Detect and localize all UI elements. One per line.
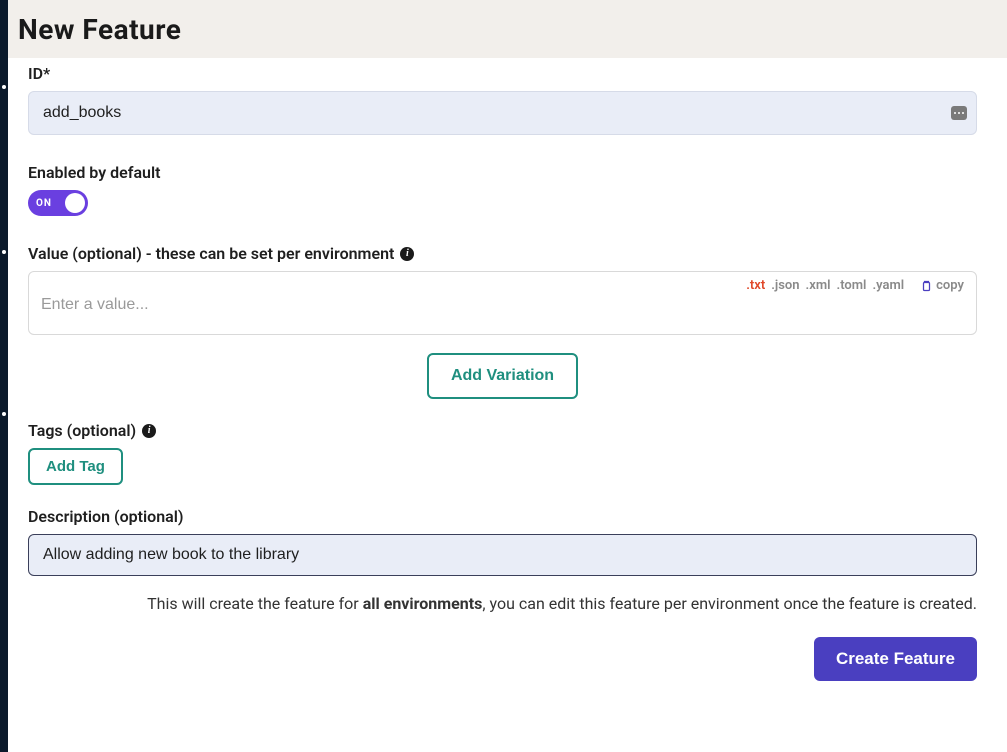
value-input[interactable] [41, 292, 964, 318]
copy-button[interactable]: copy [920, 278, 964, 293]
environments-note: This will create the feature for all env… [28, 594, 977, 613]
enabled-toggle[interactable]: ON [28, 190, 88, 216]
field-tags: Tags (optional) i Add Tag [28, 421, 977, 485]
value-box: .txt .json .xml .toml .yaml copy [28, 271, 977, 335]
value-formats: .txt .json .xml .toml .yaml copy [746, 278, 964, 293]
description-label: Description (optional) [28, 507, 977, 526]
format-json[interactable]: .json [771, 278, 799, 293]
format-yaml[interactable]: .yaml [872, 278, 904, 293]
field-enabled: Enabled by default ON [28, 163, 977, 216]
ellipsis-icon[interactable] [951, 106, 967, 120]
toggle-on-text: ON [36, 198, 52, 209]
id-label: ID* [28, 64, 977, 83]
background-sidebar-sliver [0, 0, 8, 752]
tags-label: Tags (optional) i [28, 421, 977, 440]
add-variation-row: Add Variation [28, 353, 977, 399]
toggle-knob [65, 193, 85, 213]
format-xml[interactable]: .xml [806, 278, 831, 293]
page-title: New Feature [18, 13, 181, 46]
info-icon[interactable]: i [400, 247, 414, 261]
field-value: Value (optional) - these can be set per … [28, 244, 977, 335]
clipboard-icon [920, 280, 932, 292]
description-input[interactable] [28, 534, 977, 576]
field-description: Description (optional) [28, 507, 977, 576]
create-feature-button[interactable]: Create Feature [814, 637, 977, 681]
new-feature-form: ID* Enabled by default ON Value (optiona… [28, 58, 977, 681]
id-input[interactable] [28, 91, 977, 135]
format-txt[interactable]: .txt [746, 278, 765, 293]
add-tag-button[interactable]: Add Tag [28, 448, 123, 485]
info-icon[interactable]: i [142, 424, 156, 438]
enabled-label: Enabled by default [28, 163, 977, 182]
field-id: ID* [28, 64, 977, 135]
modal-header: New Feature [8, 0, 1007, 58]
format-toml[interactable]: .toml [837, 278, 867, 293]
add-variation-button[interactable]: Add Variation [427, 353, 578, 399]
value-label: Value (optional) - these can be set per … [28, 244, 977, 263]
footer-actions: Create Feature [28, 637, 977, 681]
